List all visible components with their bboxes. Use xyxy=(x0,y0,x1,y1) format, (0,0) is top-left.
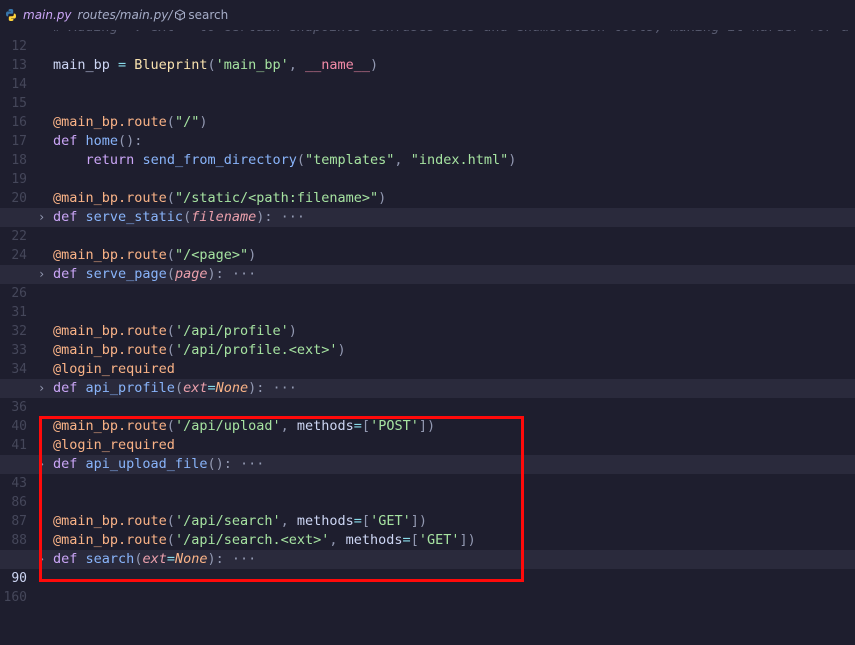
punctuation: ( xyxy=(166,323,175,339)
decorator: @main_bp.route xyxy=(53,190,167,206)
code-line[interactable]: 24 xyxy=(0,227,855,263)
parameter: filename xyxy=(191,209,257,225)
decorator: @main_bp.route xyxy=(53,342,167,358)
breadcrumb: main.py routes/main.py/ search xyxy=(0,0,855,30)
decorator: @main_bp.route xyxy=(53,247,167,263)
code-line[interactable]: 31 xyxy=(0,284,855,320)
punctuation: ( xyxy=(166,247,175,263)
punctuation: ) xyxy=(370,57,379,73)
punctuation: ) xyxy=(199,114,208,130)
function-name: serve_static xyxy=(85,209,184,225)
python-file-icon xyxy=(6,9,16,21)
fold-chevron-icon[interactable]: › xyxy=(38,208,45,227)
class-name: Blueprint xyxy=(134,57,208,73)
code-line[interactable]: 18 def home(): xyxy=(0,132,855,168)
punctuation: (): xyxy=(118,133,143,149)
string: "/" xyxy=(174,114,200,130)
punctuation: , xyxy=(394,152,411,168)
decorator: @main_bp.route xyxy=(53,323,167,339)
punctuation: ) xyxy=(337,342,346,358)
string: '/api/profile.<ext>' xyxy=(174,342,338,358)
line-number: 160 xyxy=(3,590,27,605)
decorator: @main_bp.route xyxy=(53,114,167,130)
punctuation: ( xyxy=(166,342,175,358)
parameter: ext xyxy=(183,380,208,396)
code-line[interactable]: 40 xyxy=(0,398,855,434)
operator: = xyxy=(207,380,216,396)
punctuation: ) xyxy=(378,190,387,206)
operator: = xyxy=(109,57,135,73)
parameter: page xyxy=(174,266,208,282)
fold-ellipsis[interactable]: ··· xyxy=(232,266,256,282)
folded-code-line[interactable]: 22 › def serve_static(filename): ··· xyxy=(0,208,855,244)
function-name: home xyxy=(85,133,119,149)
code-line[interactable]: 33 @main_bp.route('/api/profile') xyxy=(0,322,855,358)
code-line[interactable]: 16 xyxy=(0,94,855,130)
punctuation: ) xyxy=(248,247,257,263)
punctuation: ( xyxy=(207,57,216,73)
decorator: @login_required xyxy=(53,361,175,377)
fold-ellipsis[interactable]: ··· xyxy=(281,209,305,225)
fold-ellipsis[interactable]: ··· xyxy=(273,380,297,396)
folded-code-line[interactable]: 26 › def serve_page(page): ··· xyxy=(0,265,855,301)
function-name: serve_page xyxy=(85,266,167,282)
punctuation: ( xyxy=(166,190,175,206)
keyword: def xyxy=(53,380,78,396)
breadcrumb-path[interactable]: routes/main.py/ xyxy=(78,8,173,22)
fold-chevron-icon[interactable]: › xyxy=(38,379,45,398)
function-name: api_profile xyxy=(85,380,175,396)
string: '/api/profile' xyxy=(174,323,289,339)
string: "index.html" xyxy=(410,152,509,168)
string: "/<page>" xyxy=(174,247,249,263)
punctuation: ( xyxy=(174,380,184,396)
code-line[interactable]: 17 @main_bp.route("/") xyxy=(0,113,855,149)
punctuation: ) xyxy=(508,152,517,168)
code-line[interactable]: 19 return send_from_directory("templates… xyxy=(0,151,855,187)
code-line[interactable]: 14 main_bp = Blueprint('main_bp', __name… xyxy=(0,56,855,92)
string: "/static/<path:filename>" xyxy=(174,190,379,206)
code-line[interactable]: 20 xyxy=(0,170,855,206)
keyword: def xyxy=(53,266,78,282)
breadcrumb-file[interactable]: main.py xyxy=(23,8,72,22)
code-line[interactable]: 13 xyxy=(0,37,855,73)
breadcrumb-symbol[interactable]: search xyxy=(188,8,228,22)
punctuation: ): xyxy=(248,380,265,396)
punctuation: ): xyxy=(207,266,224,282)
code-line[interactable]: 34 @main_bp.route('/api/profile.<ext>') xyxy=(0,341,855,377)
constant: None xyxy=(215,380,249,396)
fold-chevron-icon[interactable]: › xyxy=(38,265,45,284)
function-call: send_from_directory xyxy=(142,152,297,168)
code-line[interactable]: 25 @main_bp.route("/<page>") xyxy=(0,246,855,282)
punctuation: ) xyxy=(288,323,297,339)
punctuation: ( xyxy=(166,266,175,282)
keyword: def xyxy=(53,209,78,225)
keyword: return xyxy=(85,152,135,168)
punctuation: ): xyxy=(256,209,273,225)
variable: main_bp xyxy=(53,57,110,73)
highlight-annotation-box xyxy=(39,416,524,582)
punctuation: ( xyxy=(183,209,192,225)
punctuation: , xyxy=(288,57,306,73)
function-symbol-icon xyxy=(175,9,186,21)
punctuation: ( xyxy=(166,114,175,130)
code-line[interactable]: 15 xyxy=(0,75,855,111)
dunder-name: __name__ xyxy=(305,57,371,73)
string: 'main_bp' xyxy=(215,57,289,73)
string: "templates" xyxy=(305,152,395,168)
folded-code-line[interactable]: 36 › def api_profile(ext=None): ··· xyxy=(0,379,855,415)
code-line[interactable]: 21 @main_bp.route("/static/<path:filenam… xyxy=(0,189,855,225)
code-line[interactable]: 32 xyxy=(0,303,855,339)
punctuation: ( xyxy=(296,152,306,168)
keyword: def xyxy=(53,133,78,149)
code-line[interactable]: 35 @login_required xyxy=(0,360,855,396)
